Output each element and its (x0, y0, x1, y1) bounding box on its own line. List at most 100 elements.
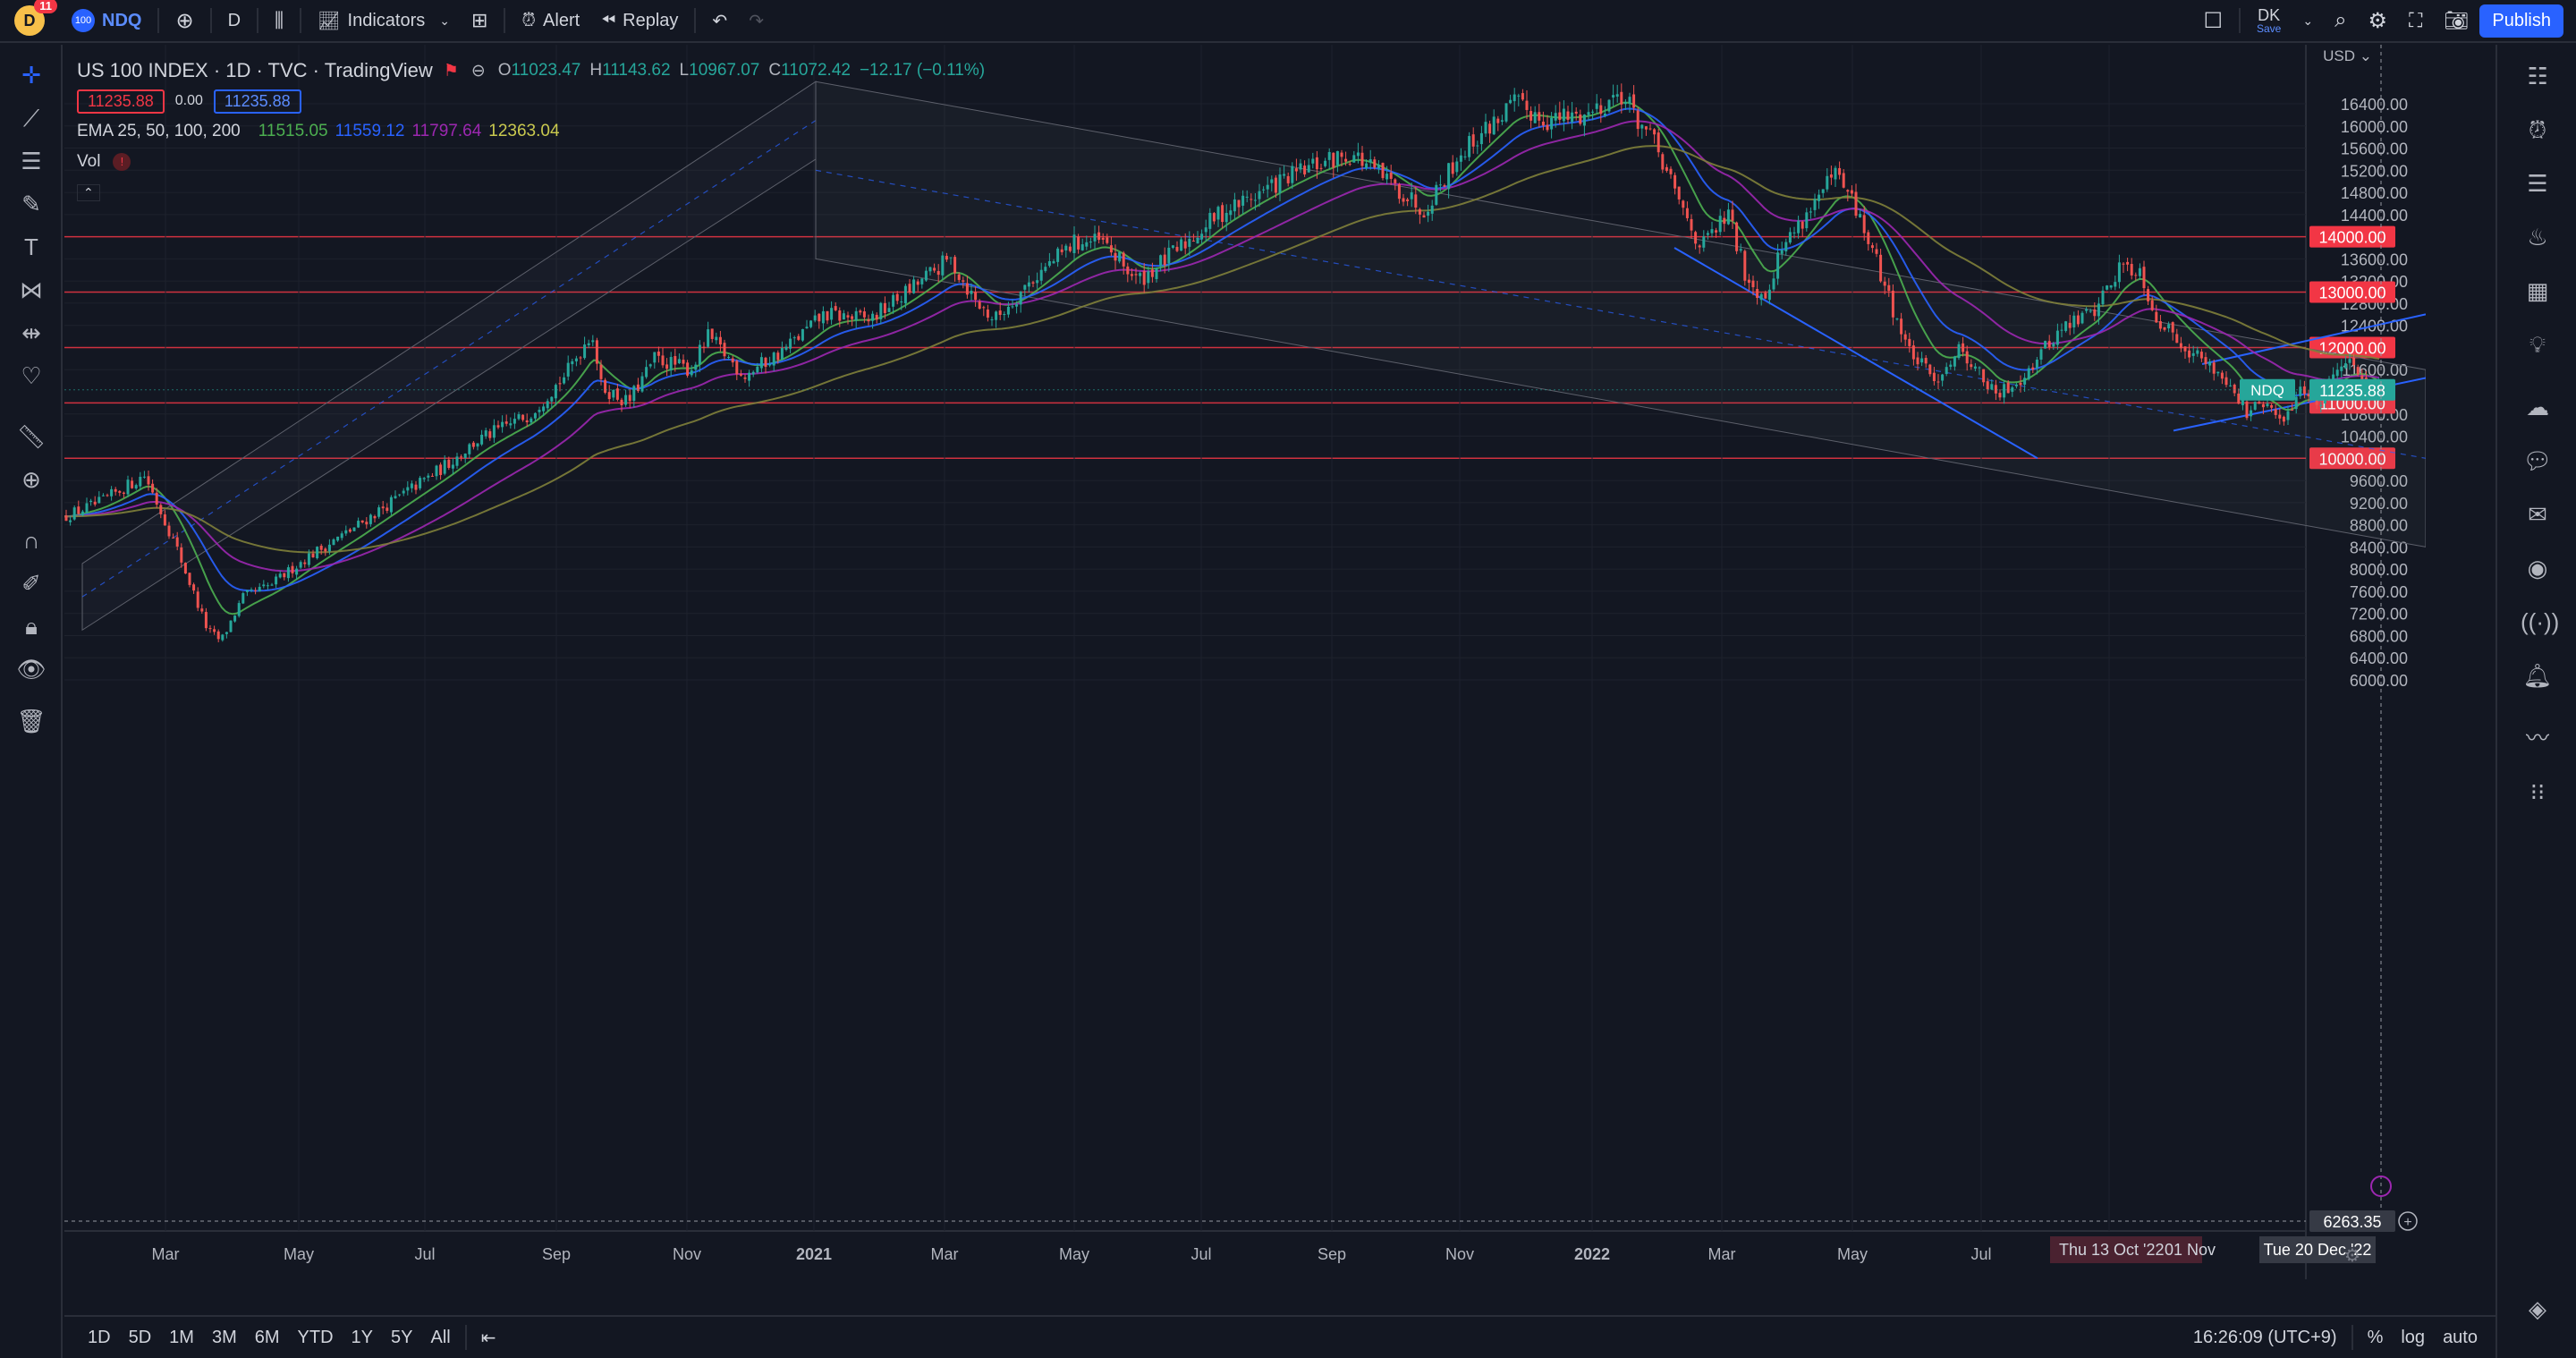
ohlc-close-value: 11072.42 (781, 61, 851, 80)
range-button-5y[interactable]: 5Y (382, 1328, 421, 1348)
price-axis-label: 13600.00 (2341, 250, 2408, 268)
axis-settings-gear-icon[interactable]: ⚙ (2344, 1244, 2360, 1266)
ema-label[interactable]: EMA 25, 50, 100, 200 (77, 122, 241, 141)
ruler-icon[interactable]: 📏︎ (15, 420, 47, 453)
ema-200-value: 12363.04 (488, 122, 560, 140)
interval-button[interactable]: D (217, 0, 251, 42)
signals-icon[interactable]: ◉ (2521, 551, 2555, 585)
clock[interactable]: 16:26:09 (UTC+9) (2184, 1328, 2346, 1348)
crosshair-icon[interactable]: ✛ (15, 59, 47, 91)
streams-icon[interactable]: ☁ (2521, 390, 2555, 424)
range-button-5d[interactable]: 5D (120, 1328, 161, 1348)
time-axis-label: Jul (1970, 1245, 1991, 1263)
fullscreen-button[interactable]: ⛶ (2398, 0, 2433, 42)
volume-label[interactable]: Vol (77, 152, 100, 172)
percent-toggle[interactable]: % (2359, 1328, 2393, 1348)
chats-icon[interactable]: 💬︎ (2521, 444, 2555, 478)
chart-title[interactable]: US 100 INDEX · 1D · TVC · TradingView (77, 59, 433, 82)
flag-icon[interactable]: ⚑ (444, 61, 459, 81)
range-button-6m[interactable]: 6M (246, 1328, 289, 1348)
search-icon: ⌕ (2334, 8, 2347, 32)
alerts-icon[interactable]: ⏰︎ (2521, 113, 2555, 147)
broadcast-icon[interactable]: ((·)) (2521, 605, 2559, 639)
undo-icon: ↶ (712, 11, 728, 31)
range-button-3m[interactable]: 3M (203, 1328, 246, 1348)
trash-icon[interactable]: 🗑︎ (15, 705, 47, 737)
zoom-in-icon[interactable]: ⊕ (15, 463, 47, 496)
sell-price-button[interactable]: 11235.88 (77, 89, 165, 114)
redo-button[interactable]: ↷ (738, 0, 775, 42)
collapse-legend-icon[interactable]: ⌃ (77, 183, 100, 201)
layout-menu-button[interactable]: ⌄ (2292, 0, 2324, 42)
pattern-icon[interactable]: ⋈ (15, 274, 47, 306)
stay-drawing-icon[interactable]: ✐ (15, 567, 47, 599)
layout-templates-button[interactable]: ⊞ (461, 0, 498, 42)
divider (2238, 8, 2241, 33)
auto-toggle[interactable]: auto (2434, 1328, 2487, 1348)
chevron-down-icon: ⌄ (2302, 13, 2314, 28)
search-button[interactable]: ⌕ (2324, 0, 2357, 42)
user-avatar[interactable]: D 11 (14, 0, 57, 36)
brush-icon[interactable]: ✎ (15, 188, 47, 220)
crosshair-price-label: 6263.35 (2323, 1213, 2381, 1231)
data-window-icon[interactable]: ☰ (2521, 166, 2555, 200)
time-axis-label: May (284, 1245, 314, 1263)
ideas-icon[interactable]: 💡︎ (2521, 327, 2555, 361)
fullscreen-icon: ⛶ (2409, 9, 2423, 31)
hotlists-icon[interactable]: ♨ (2521, 220, 2555, 254)
watchlist-icon[interactable]: ☷ (2521, 59, 2555, 93)
camera-icon: 📷︎ (2444, 9, 2470, 31)
alert-button[interactable]: ⏰︎ Alert (511, 0, 590, 42)
trading-panel-icon[interactable]: 〰 (2521, 721, 2555, 755)
price-axis-label: 7600.00 (2350, 583, 2408, 601)
range-button-ytd[interactable]: YTD (289, 1328, 343, 1348)
price-axis-label: 7200.00 (2350, 606, 2408, 624)
settings-button[interactable]: ⚙ (2358, 0, 2399, 42)
fib-retracement-icon[interactable]: ☰ (15, 145, 47, 177)
chart-legend: US 100 INDEX · 1D · TVC · TradingView ⚑ … (77, 55, 985, 208)
lock-icon[interactable]: 🔒︎ (15, 610, 47, 642)
compare-symbol-button[interactable]: ⊕ (165, 0, 204, 42)
replay-button[interactable]: ⏪︎ Replay (590, 0, 689, 42)
rewind-icon: ⏪︎ (601, 10, 616, 30)
heart-icon[interactable]: ♡ (15, 360, 47, 392)
publish-button[interactable]: Publish (2479, 4, 2563, 38)
symbol-search[interactable]: 100 NDQ (61, 0, 152, 42)
time-axis-label: May (1837, 1245, 1868, 1263)
buy-price-button[interactable]: 11235.88 (213, 89, 301, 114)
save-layout-button[interactable]: DK Save (2246, 0, 2292, 42)
divider (694, 8, 697, 33)
divider (2351, 1325, 2353, 1350)
notifications-icon[interactable]: 🔔︎ (2521, 658, 2555, 692)
range-button-1d[interactable]: 1D (79, 1328, 120, 1348)
calendar-icon[interactable]: ▦ (2521, 274, 2555, 308)
range-button-all[interactable]: All (421, 1328, 459, 1348)
dom-icon[interactable]: ⁝⁝ (2521, 775, 2555, 809)
time-axis-label: Sep (542, 1245, 571, 1263)
price-axis-label: 8000.00 (2350, 561, 2408, 579)
log-toggle[interactable]: log (2392, 1328, 2434, 1348)
goto-date-icon[interactable]: ⇤ (472, 1327, 505, 1349)
trend-line-icon[interactable]: ⟋ (15, 102, 47, 134)
snapshot-button[interactable]: 📷︎ (2433, 0, 2479, 42)
undo-button[interactable]: ↶ (701, 0, 738, 42)
prediction-icon[interactable]: ⇹ (15, 317, 47, 349)
range-button-1m[interactable]: 1M (160, 1328, 203, 1348)
chart-type-button[interactable]: ⫼ (264, 0, 294, 42)
ema-25-value: 11515.05 (258, 122, 328, 140)
messages-icon[interactable]: ✉ (2521, 497, 2555, 531)
layout-select-button[interactable]: ☐ (2192, 0, 2233, 42)
collapse-icon[interactable]: ⊖ (471, 61, 486, 81)
layers-icon[interactable]: ◈ (2521, 1292, 2555, 1326)
range-start-label: Thu 13 Oct '22 (2059, 1241, 2165, 1259)
currency-label[interactable]: USD ⌄ (2323, 47, 2372, 64)
range-button-1y[interactable]: 1Y (343, 1328, 382, 1348)
redo-icon: ↷ (749, 11, 764, 31)
text-icon[interactable]: T (15, 231, 47, 263)
indicators-button[interactable]: 📈︎ Indicators ⌄ (307, 0, 461, 42)
price-chart[interactable]: 16400.00 16000.00 15600.00 15200.00 14800.00… (64, 45, 2426, 1279)
warning-icon[interactable]: ! (113, 153, 131, 171)
magnet-icon[interactable]: ∩ (15, 524, 47, 556)
top-toolbar: D 11 100 NDQ ⊕ D ⫼ 📈︎ Indicators ⌄ ⊞ ⏰︎ … (0, 0, 2576, 43)
eye-icon[interactable]: 👁︎ (15, 653, 47, 685)
